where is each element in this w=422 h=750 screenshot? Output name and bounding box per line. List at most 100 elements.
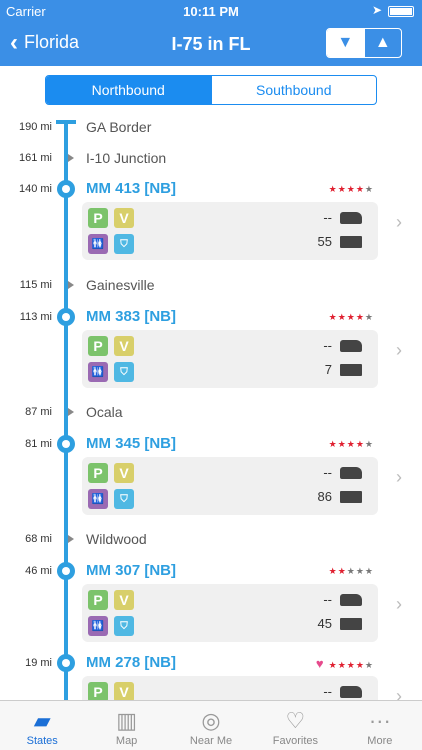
chevron-right-icon: › (396, 340, 402, 360)
rest-area-card[interactable]: P V 🚻 ⛉ -- 7 (82, 330, 378, 388)
tab-label: Near Me (189, 735, 233, 747)
mile-label: 19 mi (25, 657, 52, 669)
landmark-name: Ocala (86, 404, 123, 420)
rating-stars: ★★★★★ (328, 184, 374, 194)
restroom-icon: 🚻 (88, 362, 108, 382)
rating-stars: ★★★★★ (328, 312, 374, 322)
parking-icon: P (88, 208, 108, 228)
rest-area-card[interactable]: P V 🚻 ⛉ -- 55 (82, 202, 378, 260)
tab-label: Map (115, 735, 138, 747)
rest-area-node-icon (57, 654, 75, 672)
tab-map[interactable]: ▥ Map (84, 701, 168, 750)
heart-icon: ♡ (285, 708, 306, 733)
landmark-name: Wildwood (86, 531, 147, 547)
mile-label: 190 mi (18, 121, 52, 133)
segment-northbound[interactable]: Northbound (46, 76, 211, 104)
car-icon (340, 594, 362, 606)
car-count: -- (323, 684, 332, 699)
rest-area-title[interactable]: MM 307 [NB] (86, 562, 176, 579)
rest-area-title[interactable]: MM 345 [NB] (86, 435, 176, 452)
rest-area-title[interactable]: MM 413 [NB] (86, 180, 176, 197)
next-button[interactable]: ▼ (327, 29, 364, 57)
more-dots-icon: ··· (368, 708, 391, 733)
tab-bar: ▰ States ▥ Map ◎ Near Me ♡ Favorites ···… (0, 700, 422, 750)
tab-label: More (367, 735, 393, 747)
tab-near-me[interactable]: ◎ Near Me (169, 701, 253, 750)
mile-label: 161 mi (18, 152, 52, 164)
previous-button[interactable]: ▲ (363, 29, 402, 57)
mile-label: 46 mi (25, 565, 52, 577)
car-count: -- (323, 592, 332, 607)
truck-icon (340, 618, 362, 630)
landmark-name: I-10 Junction (86, 150, 167, 166)
shield-icon: ⛉ (114, 234, 134, 254)
direction-stepper: ▼ ▲ (326, 28, 402, 58)
rest-area-card[interactable]: P V 🚻 ⛉ -- 86 (82, 457, 378, 515)
triangle-up-icon: ▲ (374, 34, 391, 51)
landmark-name: GA Border (86, 119, 152, 135)
truck-count: 86 (317, 489, 332, 504)
parking-icon: P (88, 336, 108, 356)
chevron-right-icon: › (396, 467, 402, 487)
landmark-marker-icon (68, 281, 74, 289)
truck-count: 55 (317, 234, 332, 249)
rest-area-title[interactable]: MM 383 [NB] (86, 308, 176, 325)
clock: 10:11 PM (183, 4, 239, 19)
mile-label: 68 mi (25, 533, 52, 545)
direction-segmented-control: Northbound Southbound (45, 75, 377, 105)
tab-favorites[interactable]: ♡ Favorites (253, 701, 337, 750)
chevron-right-icon: › (396, 594, 402, 614)
chevron-right-icon: › (396, 686, 402, 700)
triangle-down-icon: ▼ (337, 34, 354, 51)
landmark-marker-icon (68, 408, 74, 416)
rest-area-node-icon (57, 562, 75, 580)
car-count: -- (323, 465, 332, 480)
car-icon (340, 212, 362, 224)
vending-icon: V (114, 463, 134, 483)
truck-icon (340, 491, 362, 503)
vending-icon: V (114, 208, 134, 228)
parking-icon: P (88, 590, 108, 610)
truck-count: 7 (324, 362, 332, 377)
shield-icon: ⛉ (114, 616, 134, 636)
restroom-icon: 🚻 (88, 489, 108, 509)
tab-label: States (26, 735, 58, 747)
restroom-icon: 🚻 (88, 616, 108, 636)
mile-label: 81 mi (25, 438, 52, 450)
parking-icon: P (88, 463, 108, 483)
mile-label: 115 mi (19, 279, 52, 291)
car-icon (340, 467, 362, 479)
car-icon (340, 340, 362, 352)
usa-map-icon: ▰ (33, 708, 51, 733)
vending-icon: V (114, 590, 134, 610)
tab-states[interactable]: ▰ States (0, 701, 84, 750)
nav-bar: ‹ Florida I-75 in FL ▼ ▲ (0, 22, 422, 66)
parking-icon: P (88, 682, 108, 700)
rating-stars: ♥ ★★★★★ (315, 656, 374, 671)
rest-area-node-icon (57, 180, 75, 198)
folded-map-icon: ▥ (116, 708, 138, 733)
rest-area-node-icon (57, 308, 75, 326)
chevron-right-icon: › (396, 212, 402, 232)
rating-stars: ★★★★★ (328, 566, 374, 576)
truck-icon (340, 364, 362, 376)
mile-label: 140 mi (18, 183, 52, 195)
rest-area-title[interactable]: MM 278 [NB] (86, 654, 176, 671)
compass-icon: ◎ (201, 708, 221, 733)
vending-icon: V (114, 336, 134, 356)
mile-label: 113 mi (19, 311, 52, 323)
tab-label: Favorites (272, 735, 319, 747)
truck-icon (340, 236, 362, 248)
segment-southbound[interactable]: Southbound (210, 76, 377, 104)
rest-area-card[interactable]: P V 🚻 ⛉ -- 45 (82, 584, 378, 642)
rest-area-card[interactable]: P V -- (82, 676, 378, 700)
route-list[interactable]: 190 mi GA Border 161 mi I-10 Junction 14… (0, 112, 422, 700)
route-rail-cap (56, 120, 76, 124)
rest-area-node-icon (57, 435, 75, 453)
shield-icon: ⛉ (114, 362, 134, 382)
landmark-marker-icon (68, 154, 74, 162)
car-icon (340, 686, 362, 698)
location-icon: ➤ (371, 3, 382, 17)
rating-stars: ★★★★★ (328, 439, 374, 449)
tab-more[interactable]: ··· More (338, 701, 422, 750)
